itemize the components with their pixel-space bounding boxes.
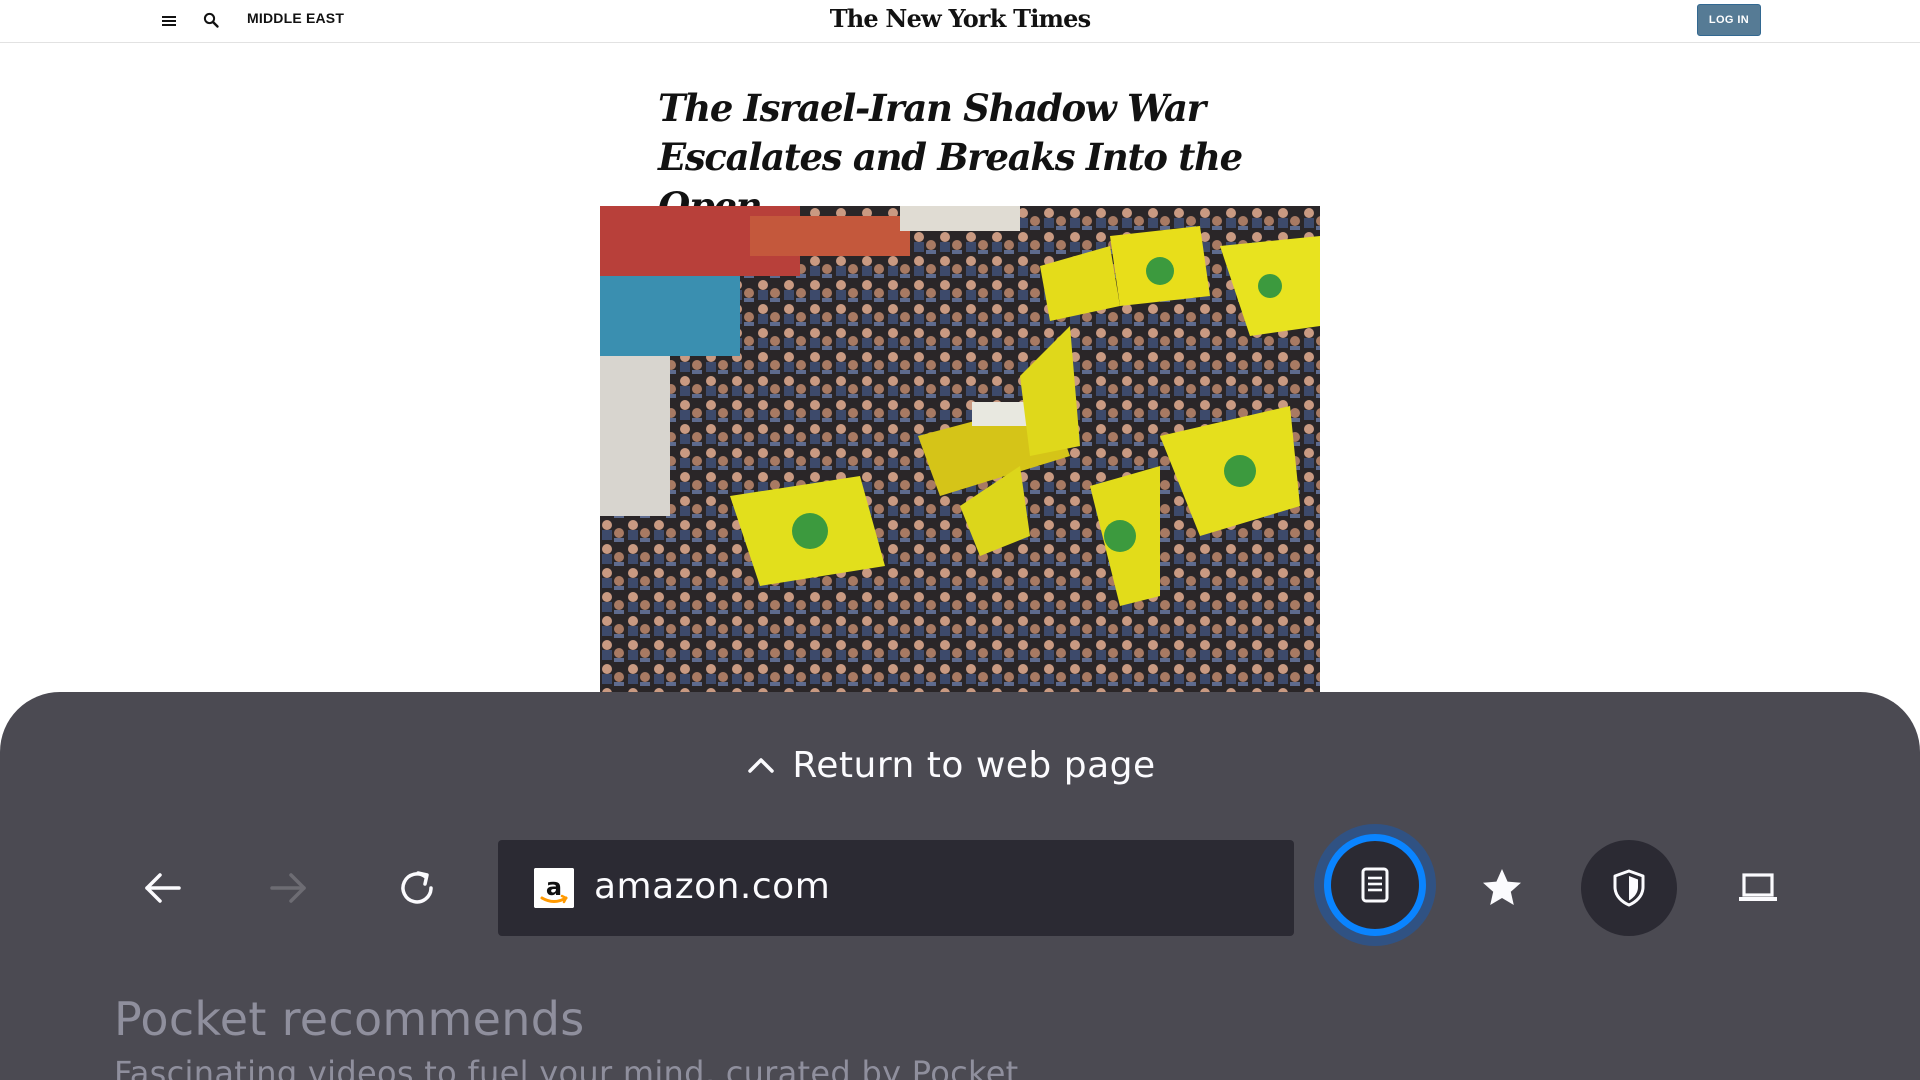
toolbar-sheet: Return to web page a amazon.com Pocket r… — [0, 692, 1920, 1080]
shield-icon — [1613, 869, 1645, 907]
nyt-logo[interactable]: The New York Times — [0, 4, 1920, 33]
return-to-web-page-button[interactable]: Return to web page — [0, 740, 1920, 790]
reload-button[interactable] — [369, 840, 465, 936]
back-arrow-icon — [145, 873, 181, 903]
svg-text:a: a — [546, 873, 562, 901]
bookmark-button[interactable] — [1454, 840, 1550, 936]
amazon-favicon-icon: a — [534, 868, 574, 908]
reload-icon — [401, 871, 433, 904]
url-bar[interactable]: a amazon.com — [498, 840, 1294, 936]
reader-view-button[interactable] — [1314, 824, 1436, 946]
headline-line-1: The Israel-Iran Shadow War — [658, 86, 1206, 130]
pocket-recommends-title: Pocket recommends — [114, 992, 585, 1046]
chevron-up-icon — [748, 758, 775, 773]
forward-arrow-icon — [270, 873, 306, 903]
desktop-mode-icon — [1739, 873, 1777, 901]
forward-button[interactable] — [241, 840, 337, 936]
back-button[interactable] — [114, 840, 210, 936]
return-label: Return to web page — [792, 744, 1156, 786]
nyt-header: MIDDLE EAST The New York Times LOG IN — [0, 0, 1920, 43]
desktop-mode-button[interactable] — [1710, 840, 1806, 936]
url-text: amazon.com — [594, 866, 831, 907]
login-button[interactable]: LOG IN — [1697, 4, 1761, 36]
focus-ring — [1324, 834, 1426, 936]
article-photo — [600, 206, 1320, 692]
tracking-protection-button[interactable] — [1581, 840, 1677, 936]
pocket-recommends-subtitle: Fascinating videos to fuel your mind, cu… — [114, 1054, 1019, 1080]
reader-view-icon — [1361, 867, 1389, 903]
star-icon — [1483, 869, 1521, 905]
